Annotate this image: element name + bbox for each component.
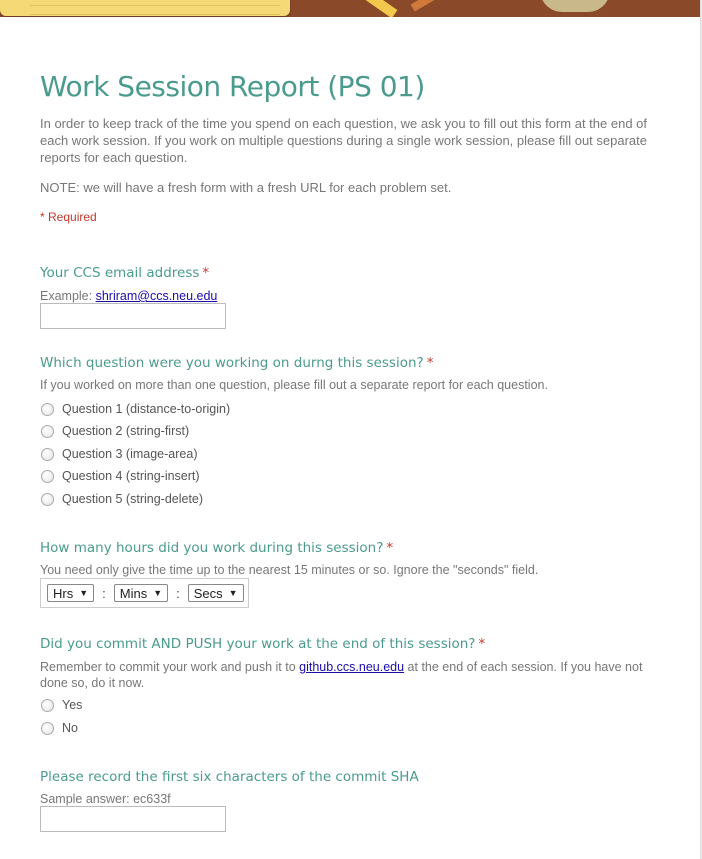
radio-button[interactable]	[41, 447, 54, 461]
sha-question-title: Please record the first six characters o…	[40, 769, 419, 785]
radio-button[interactable]	[41, 402, 54, 416]
pencil-illustration-2	[410, 0, 450, 12]
question-title-text: Which question were you working on durng…	[40, 355, 424, 371]
time-separator: :	[102, 585, 106, 601]
seconds-select-value: Secs	[193, 585, 223, 601]
radio-label: Question 4 (string-insert)	[62, 469, 200, 483]
question-title-text: Please record the first six characters o…	[40, 769, 419, 785]
radio-option-question-4[interactable]: Question 4 (string-insert)	[40, 469, 200, 483]
header-banner-image	[0, 0, 700, 17]
hours-question-title: How many hours did you work during this …	[40, 540, 393, 556]
dropdown-arrow-icon: ▼	[153, 588, 163, 598]
radio-label: Question 2 (string-first)	[62, 424, 190, 438]
radio-button[interactable]	[41, 469, 54, 483]
minutes-select-value: Mins	[119, 585, 148, 601]
question-title-text: Did you commit AND PUSH your work at the…	[40, 636, 476, 652]
radio-button[interactable]	[41, 424, 54, 438]
required-legend: * Required	[40, 210, 97, 224]
radio-label: Question 3 (image-area)	[62, 447, 198, 461]
radio-label: Yes	[62, 698, 83, 712]
question-title-text: How many hours did you work during this …	[40, 540, 384, 556]
dropdown-arrow-icon: ▼	[79, 588, 89, 598]
radio-option-question-5[interactable]: Question 5 (string-delete)	[40, 492, 203, 506]
hours-select-value: Hrs	[53, 585, 74, 601]
radio-label: No	[62, 721, 78, 735]
help-prefix: Example:	[40, 289, 96, 303]
radio-option-question-1[interactable]: Question 1 (distance-to-origin)	[40, 402, 230, 416]
sha-input[interactable]	[40, 806, 226, 832]
radio-label: Question 1 (distance-to-origin)	[62, 402, 231, 416]
duration-picker: Hrs ▼ : Mins ▼ : Secs ▼	[40, 578, 249, 608]
example-email-link[interactable]: shriram@ccs.neu.edu	[96, 289, 218, 303]
radio-option-question-3[interactable]: Question 3 (image-area)	[40, 447, 197, 461]
radio-button[interactable]	[41, 721, 54, 735]
github-link[interactable]: github.ccs.neu.edu	[299, 660, 404, 674]
form-description: In order to keep track of the time you s…	[40, 116, 648, 165]
email-input[interactable]	[40, 303, 226, 329]
question-choice-title: Which question were you working on durng…	[40, 355, 433, 371]
radio-option-no[interactable]: No	[40, 721, 78, 735]
help-prefix: Remember to commit your work and push it…	[40, 660, 300, 674]
email-help-text: Example: shriram@ccs.neu.edu	[40, 288, 655, 304]
radio-option-question-2[interactable]: Question 2 (string-first)	[40, 424, 189, 438]
radio-label: Question 5 (string-delete)	[62, 492, 204, 506]
email-question-title: Your CCS email address *	[40, 265, 209, 281]
pencil-illustration	[342, 0, 398, 17]
required-mark: *	[202, 265, 210, 281]
radio-button[interactable]	[41, 698, 54, 712]
required-mark: *	[426, 355, 434, 371]
required-mark: *	[478, 636, 486, 652]
minutes-select[interactable]: Mins ▼	[113, 584, 169, 602]
notepad-illustration	[0, 0, 290, 16]
question-title-text: Your CCS email address	[40, 265, 200, 281]
required-mark: *	[386, 540, 394, 556]
hours-select[interactable]: Hrs ▼	[47, 584, 95, 602]
dropdown-arrow-icon: ▼	[228, 588, 238, 598]
form-note: NOTE: we will have a fresh form with a f…	[40, 180, 452, 195]
commit-question-title: Did you commit AND PUSH your work at the…	[40, 636, 485, 652]
commit-help-text: Remember to commit your work and push it…	[40, 659, 655, 691]
cup-illustration	[540, 0, 610, 12]
seconds-select[interactable]: Secs ▼	[187, 584, 244, 602]
radio-option-yes[interactable]: Yes	[40, 698, 82, 712]
sha-help-text: Sample answer: ec633f	[40, 792, 171, 806]
time-separator: :	[176, 585, 180, 601]
question-choice-help-text: If you worked on more than one question,…	[40, 378, 548, 392]
form-title: Work Session Report (PS 01)	[40, 70, 425, 103]
hours-help-text: You need only give the time up to the ne…	[40, 563, 539, 577]
form-page: Work Session Report (PS 01) In order to …	[0, 0, 701, 859]
radio-button[interactable]	[41, 492, 54, 506]
